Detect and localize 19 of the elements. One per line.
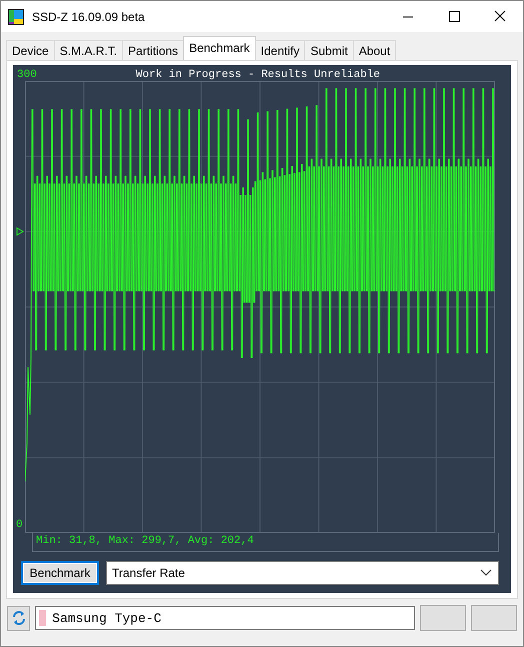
graph-title: Work in Progress - Results Unreliable <box>134 68 382 80</box>
device-field[interactable]: Samsung Type-C <box>35 606 415 630</box>
refresh-button[interactable] <box>7 606 30 630</box>
axis-label: 0 <box>16 519 23 531</box>
marker-icon <box>16 227 24 236</box>
app-logo-icon <box>8 8 24 24</box>
tab[interactable]: Device <box>6 40 55 60</box>
axis-label: 300 <box>17 68 37 80</box>
tab[interactable]: About <box>352 40 396 60</box>
toolbar-button[interactable] <box>420 605 466 631</box>
refresh-icon <box>10 610 27 626</box>
toolbar-button[interactable] <box>470 605 517 631</box>
tab[interactable]: Benchmark <box>183 36 256 60</box>
tab[interactable]: Identify <box>254 40 306 60</box>
graph-stats: Min: 31,8, Max: 299,7, Avg: 202,4 <box>32 533 499 552</box>
window-title: SSD-Z 16.09.09 beta <box>32 10 146 24</box>
chevron-down-icon <box>480 569 492 577</box>
benchmark-button[interactable]: Benchmark <box>21 561 99 585</box>
mode-dropdown[interactable]: Transfer Rate <box>106 561 499 585</box>
